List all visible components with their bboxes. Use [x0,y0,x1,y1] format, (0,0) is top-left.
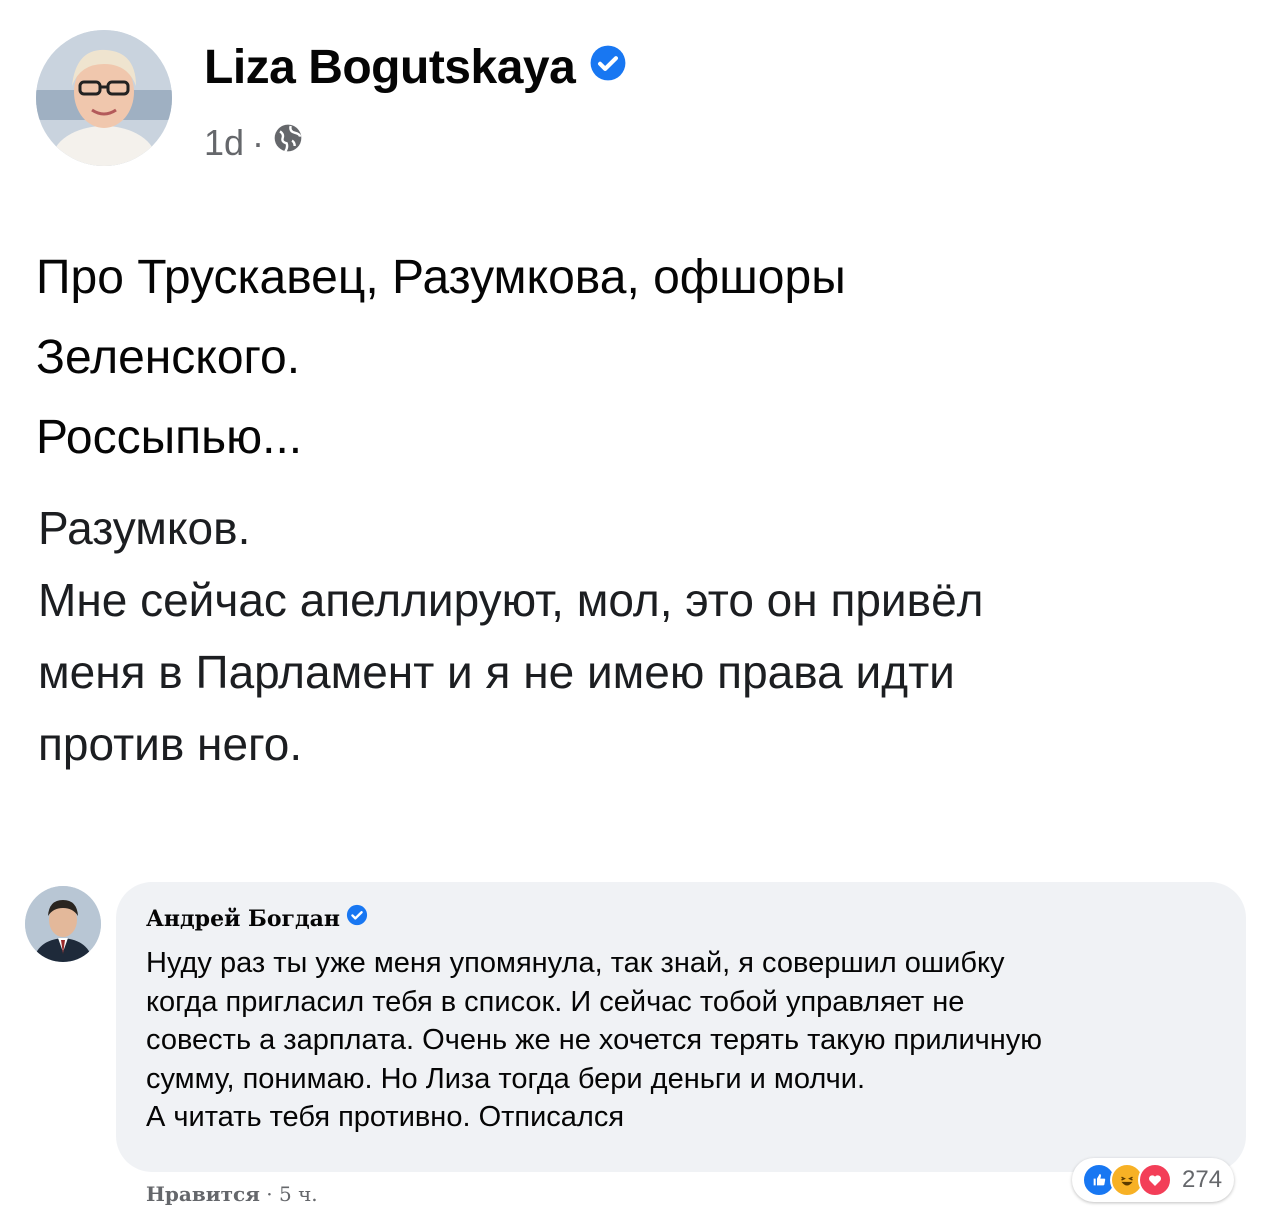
reaction-count: 274 [1182,1166,1223,1193]
post-meta: 1d · [204,122,304,166]
comment-line: совесть а зарплата. Очень же не хочется … [146,1024,1043,1056]
comment-author[interactable]: Андрей Богдан [146,904,368,934]
comment-line: А читать тебя противно. Отписался [146,1101,625,1133]
verified-badge-icon [346,904,368,932]
meta-separator: · [252,122,265,163]
post-header: Liza Bogutskaya 1d · [36,30,736,180]
globe-icon [272,121,304,163]
post-text: Про Трускавец, Разумкова, офшоры Зеленск… [36,238,1236,478]
reaction-summary[interactable]: 274 [1072,1158,1235,1202]
comment-line: Нуду раз ты уже меня упомянула, так знай… [146,947,1005,979]
like-button[interactable]: Нравится [146,1182,260,1206]
post-quote-text: Разумков. Мне сейчас апеллируют, мол, эт… [38,492,1238,780]
post-paragraph: Зеленского. [36,331,301,384]
author-avatar[interactable] [36,30,172,166]
comment-time[interactable]: 5 ч. [279,1182,318,1206]
comment-line: сумму, понимаю. Но Лиза тогда бери деньг… [146,1062,866,1095]
post-time[interactable]: 1d [204,122,244,163]
comment-line: когда пригласил тебя в список. И сейчас … [146,985,965,1018]
commenter-avatar[interactable] [25,886,101,962]
actions-separator: · [266,1182,273,1206]
quote-line: Разумков. [38,502,251,554]
author-name[interactable]: Liza Bogutskaya [204,40,627,98]
comment-actions: Нравится · 5 ч. [146,1182,318,1206]
quote-line: меня в Парламент и я не имею права идти [38,646,955,698]
comment-text: Нуду раз ты уже меня упомянула, так знай… [146,944,1226,1137]
post-paragraph: Про Трускавец, Разумкова, офшоры [36,251,846,304]
quote-line: Мне сейчас апеллируют, мол, это он привё… [38,574,984,626]
love-reaction-icon [1138,1163,1172,1197]
quote-line: против него. [38,718,303,770]
post-paragraph: Россыпью... [36,411,303,464]
verified-badge-icon [589,39,627,94]
